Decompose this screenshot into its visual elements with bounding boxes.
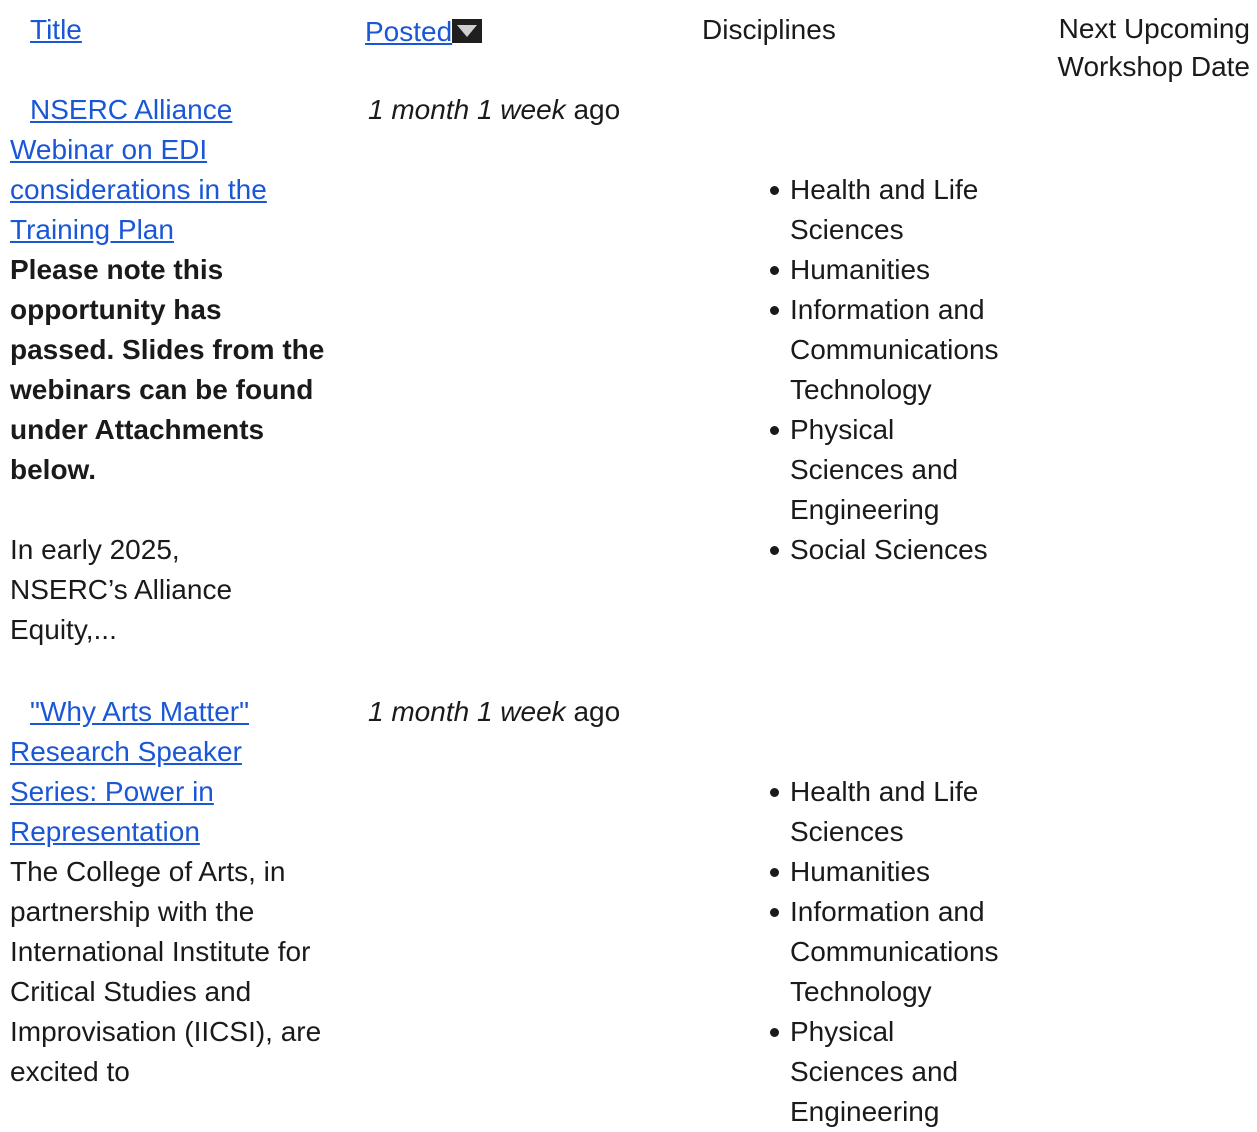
opportunity-summary: The College of Arts, in partnership with… (10, 856, 322, 1087)
title-cell: NSERC Alliance Webinar on EDI considerat… (10, 90, 340, 650)
list-item: Physical Sciences and Engineering (770, 410, 970, 530)
posted-date: 1 month 1 week ago (368, 90, 620, 130)
sort-by-title-link[interactable]: Title (30, 10, 82, 50)
posted-column-header: Posted (365, 12, 483, 52)
sort-by-posted-link[interactable]: Posted (365, 16, 452, 47)
list-item: Physical Sciences and Engineering (770, 1012, 970, 1132)
list-item: Information and Communications Technolog… (770, 892, 1010, 1012)
opportunity-title-link[interactable]: "Why Arts Matter" Research Speaker Serie… (10, 692, 300, 852)
title-cell: "Why Arts Matter" Research Speaker Serie… (10, 692, 340, 1092)
list-item: Social Sciences (770, 530, 1030, 570)
list-item: Information and Communications Technolog… (770, 290, 1010, 410)
disciplines-list: Health and Life Sciences Humanities Info… (770, 170, 1030, 570)
posted-age: 1 month 1 week (368, 696, 566, 727)
posted-date: 1 month 1 week ago (368, 692, 620, 732)
disciplines-list: Health and Life Sciences Humanities Info… (770, 772, 1030, 1132)
opportunity-title-link[interactable]: NSERC Alliance Webinar on EDI considerat… (10, 90, 310, 250)
sort-descending-icon[interactable] (452, 19, 483, 43)
list-item: Health and Life Sciences (770, 772, 1030, 852)
list-item: Humanities (770, 250, 1030, 290)
workshop-date-label: Workshop Date (1057, 51, 1250, 82)
posted-suffix: ago (565, 94, 621, 125)
disciplines-column-header: Disciplines (702, 14, 836, 45)
list-item: Humanities (770, 852, 1030, 892)
opportunity-summary: In early 2025, NSERC’s Alliance Equity,.… (10, 534, 233, 645)
posted-suffix: ago (565, 696, 621, 727)
next-upcoming-label: Next Upcoming (1058, 13, 1250, 44)
posted-age: 1 month 1 week (368, 94, 566, 125)
list-item: Health and Life Sciences (770, 170, 1030, 250)
next-workshop-column-header: Next Upcoming Workshop Date (1010, 10, 1250, 86)
passed-notice: Please note this opportunity has passed.… (10, 254, 325, 485)
